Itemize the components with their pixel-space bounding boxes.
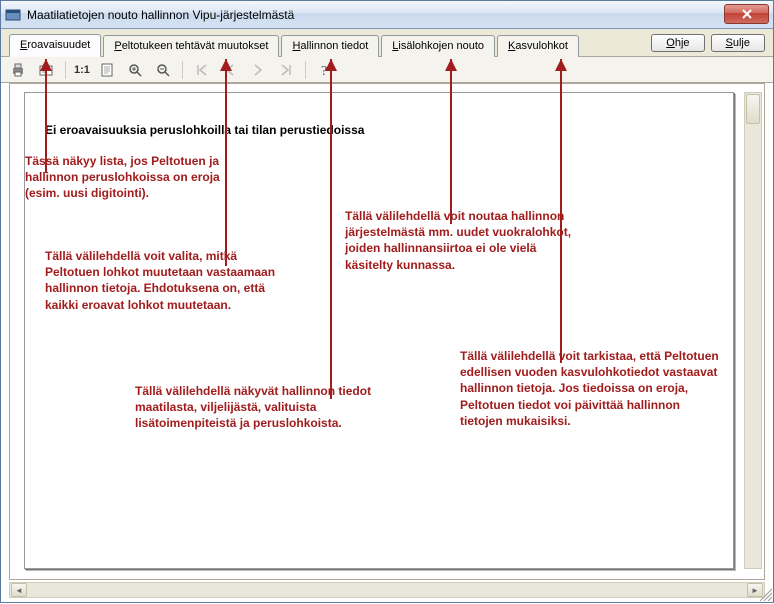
close-icon (741, 8, 753, 20)
tabs-row: /*placeholder*/ Eroavaisuudet Peltotukee… (1, 29, 773, 57)
tab-eroavaisuudet[interactable]: /*placeholder*/ Eroavaisuudet (9, 34, 101, 57)
scale-label[interactable]: 1:1 (74, 59, 90, 81)
tab-label: Hallinnon tiedot (292, 40, 368, 52)
prev-page-icon[interactable] (219, 59, 241, 81)
fit-page-icon[interactable] (96, 59, 118, 81)
tab-label: Eroavaisuudet (20, 39, 90, 51)
next-page-icon[interactable] (247, 59, 269, 81)
export-icon[interactable] (35, 59, 57, 81)
tab-lisalohkojen-nouto[interactable]: Lisälohkojen nouto (381, 35, 495, 57)
tab-hallinnon-tiedot[interactable]: Hallinnon tiedot (281, 35, 379, 57)
report-page: Ei eroavaisuuksia peruslohkoilla tai til… (24, 92, 734, 569)
window-title: Maatilatietojen nouto hallinnon Vipu-jär… (27, 8, 294, 22)
annotation-4: Tällä välilehdellä voit noutaa hallinnon… (345, 208, 575, 273)
annotation-3: Tällä välilehdellä näkyvät hallinnon tie… (135, 383, 395, 432)
titlebar: Maatilatietojen nouto hallinnon Vipu-jär… (1, 1, 773, 29)
annotation-2: Tällä välilehdellä voit valita, mitkä Pe… (45, 248, 295, 313)
scroll-thumb[interactable] (746, 94, 760, 124)
help-button[interactable]: Ohje (651, 34, 704, 52)
last-page-icon[interactable] (275, 59, 297, 81)
button-label: Ohje (666, 37, 689, 49)
page-heading: Ei eroavaisuuksia peruslohkoilla tai til… (45, 123, 713, 137)
annotation-1: Tässä näkyy lista, jos Peltotuen ja hall… (25, 153, 245, 202)
app-icon (5, 7, 21, 23)
annotation-5: Tällä välilehdellä voit tarkistaa, että … (460, 348, 720, 429)
tab-peltotukeen[interactable]: Peltotukeen tehtävät muutokset (103, 35, 279, 57)
content-area: Ei eroavaisuuksia peruslohkoilla tai til… (9, 83, 765, 580)
button-label: Sulje (726, 37, 750, 49)
window-close-button[interactable] (724, 4, 769, 24)
scroll-left-icon[interactable]: ◄ (11, 583, 27, 597)
svg-text:?: ? (321, 64, 327, 78)
vertical-scrollbar[interactable] (744, 92, 762, 569)
zoom-in-icon[interactable] (124, 59, 146, 81)
tab-label: Kasvulohkot (508, 40, 568, 52)
tab-label: Lisälohkojen nouto (392, 40, 484, 52)
first-page-icon[interactable] (191, 59, 213, 81)
resize-grip-icon[interactable] (758, 587, 774, 603)
print-icon[interactable] (7, 59, 29, 81)
tab-label: Peltotukeen tehtävät muutokset (114, 40, 268, 52)
close-button[interactable]: Sulje (711, 34, 765, 52)
tab-kasvulohkot[interactable]: Kasvulohkot (497, 35, 579, 57)
help-icon[interactable]: ? (314, 59, 336, 81)
zoom-out-icon[interactable] (152, 59, 174, 81)
horizontal-scrollbar[interactable]: ◄ ► (9, 582, 765, 598)
toolbar: 1:1 ? (1, 57, 773, 83)
